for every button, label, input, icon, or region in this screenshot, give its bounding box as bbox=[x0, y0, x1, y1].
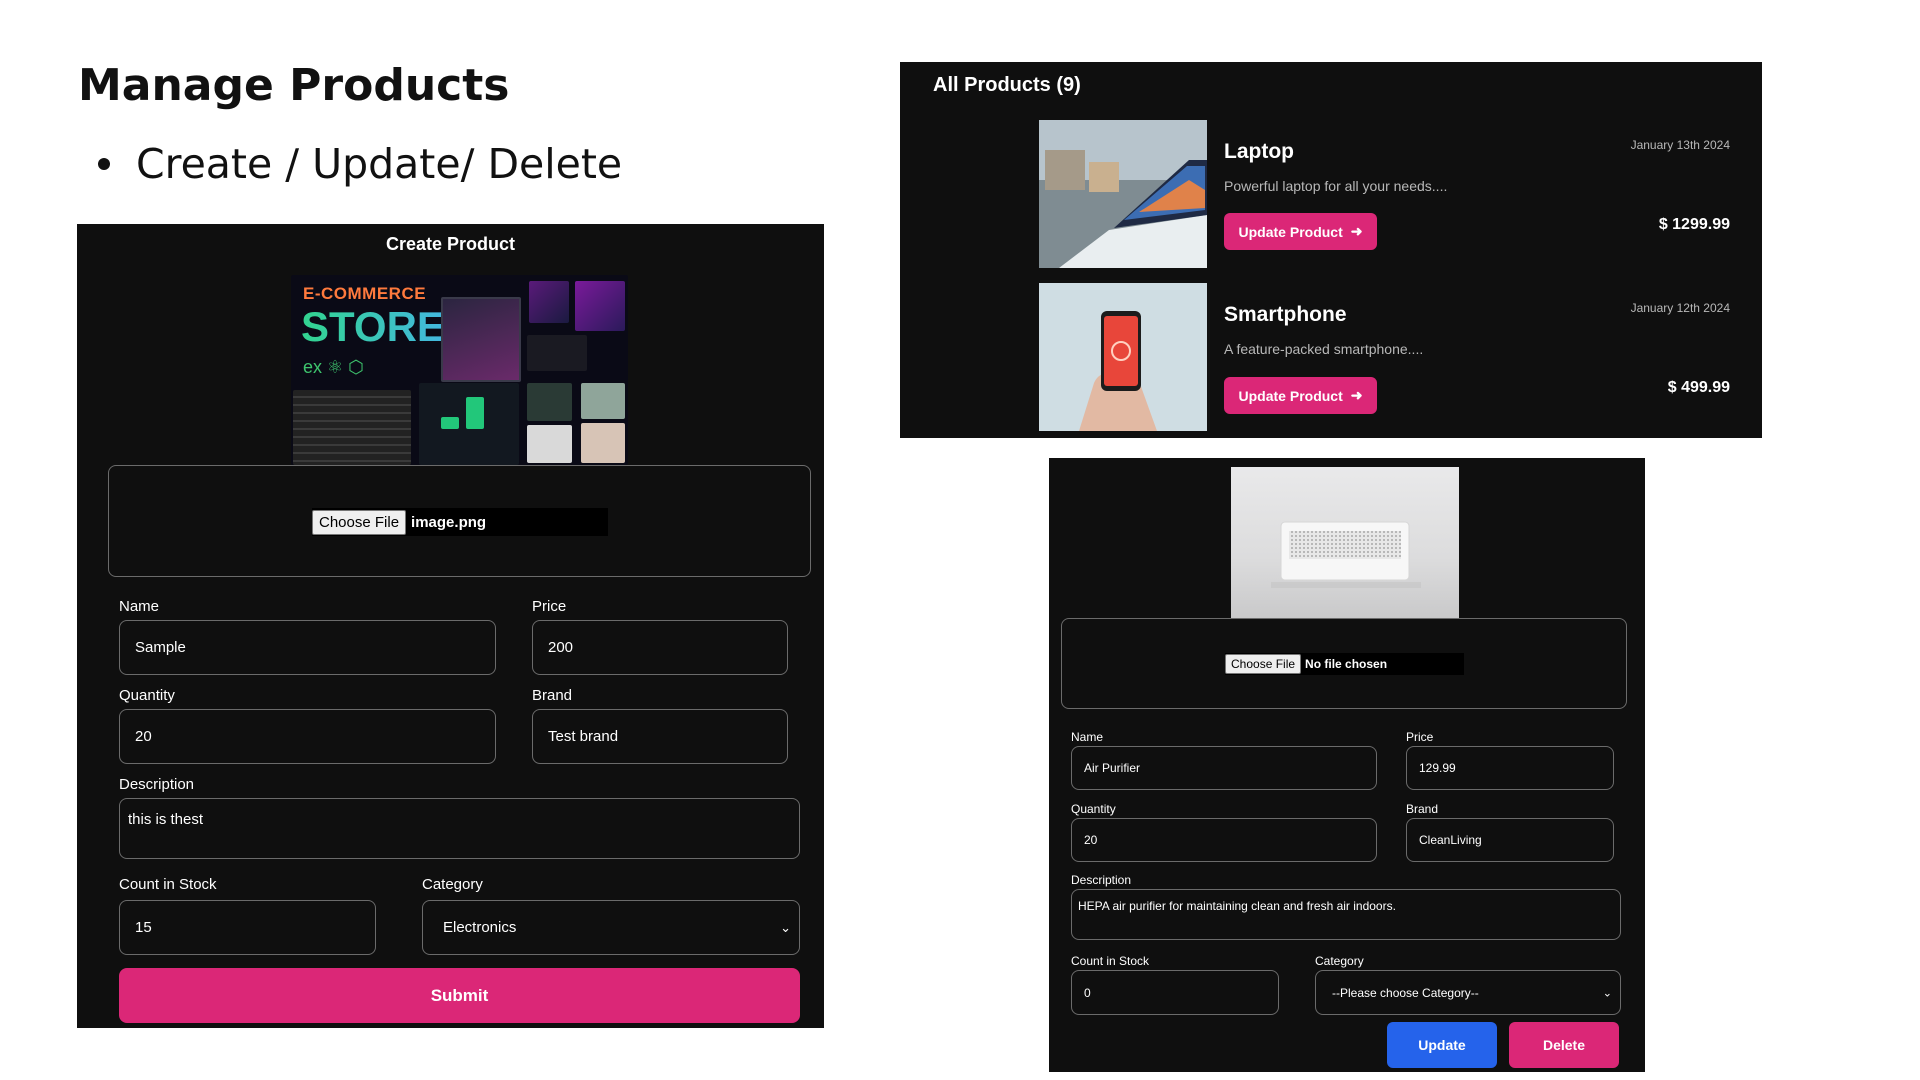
quantity-input[interactable]: 20 bbox=[119, 709, 496, 764]
name-input[interactable]: Air Purifier bbox=[1071, 746, 1377, 790]
screenshot-thumbnail bbox=[441, 297, 521, 382]
price-label: Price bbox=[1406, 730, 1434, 744]
chevron-down-icon: ⌄ bbox=[780, 919, 791, 935]
product-price: $ 1299.99 bbox=[1658, 216, 1730, 233]
product-description: A feature-packed smartphone.... bbox=[1224, 341, 1424, 357]
chart-bar-shape bbox=[466, 397, 484, 429]
screenshot-thumbnail bbox=[529, 281, 569, 323]
product-image-preview: E-COMMERCE STORE ex ⚛ ⬡ bbox=[291, 275, 628, 465]
brand-label: Brand bbox=[1406, 802, 1439, 816]
file-name-text: image.png bbox=[411, 513, 487, 531]
product-date: January 12th 2024 bbox=[1630, 301, 1730, 315]
price-input[interactable]: 200 bbox=[532, 620, 788, 675]
description-label: Description bbox=[119, 776, 195, 793]
file-input[interactable]: Choose File image.png bbox=[312, 508, 608, 536]
category-select[interactable]: Electronics ⌄ bbox=[422, 900, 800, 955]
category-selected-value: --Please choose Category-- bbox=[1332, 985, 1479, 1000]
product-image-preview bbox=[1231, 467, 1459, 618]
screenshot-thumbnail bbox=[527, 425, 572, 463]
slide-title: Manage Products bbox=[78, 60, 510, 111]
image-upload-box: Choose File No file chosen bbox=[1061, 618, 1627, 709]
brand-label: Brand bbox=[532, 687, 573, 704]
product-card[interactable]: Laptop Powerful laptop for all your need… bbox=[1039, 120, 1730, 268]
name-label: Name bbox=[119, 598, 160, 615]
image-upload-box: Choose File image.png bbox=[108, 465, 811, 577]
brand-input[interactable]: CleanLiving bbox=[1406, 818, 1614, 862]
chevron-down-icon: ⌄ bbox=[1602, 987, 1612, 999]
screenshot-thumbnail bbox=[575, 281, 625, 331]
update-product-label: Update Product bbox=[1238, 387, 1343, 404]
count-in-stock-label: Count in Stock bbox=[119, 876, 217, 893]
bullet-dot-icon bbox=[98, 158, 110, 170]
banner-text-store: STORE bbox=[301, 303, 445, 350]
delete-button[interactable]: Delete bbox=[1509, 1022, 1619, 1068]
slide-bullet-text: Create / Update/ Delete bbox=[136, 140, 623, 188]
category-select[interactable]: --Please choose Category-- ⌄ bbox=[1315, 970, 1621, 1015]
update-product-label: Update Product bbox=[1238, 223, 1343, 240]
price-input[interactable]: 129.99 bbox=[1406, 746, 1614, 790]
submit-button[interactable]: Submit bbox=[119, 968, 800, 1023]
create-product-panel: Create Product E-COMMERCE STORE ex ⚛ ⬡ C… bbox=[77, 224, 824, 1028]
product-price: $ 499.99 bbox=[1667, 379, 1730, 396]
chart-bar-shape bbox=[441, 417, 459, 429]
description-label: Description bbox=[1071, 873, 1132, 887]
all-products-title: All Products (9) bbox=[933, 74, 1081, 96]
update-product-panel: Choose File No file chosen Name Air Puri… bbox=[1049, 458, 1645, 1072]
name-input[interactable]: Sample bbox=[119, 620, 496, 675]
screenshot-thumbnail bbox=[527, 383, 572, 421]
update-product-button[interactable]: Update Product ➜ bbox=[1224, 213, 1377, 250]
create-product-title: Create Product bbox=[385, 234, 516, 254]
description-textarea[interactable]: HEPA air purifier for maintaining clean … bbox=[1071, 889, 1621, 940]
choose-file-button[interactable]: Choose File bbox=[1225, 654, 1302, 674]
slide-bullet: Create / Update/ Delete bbox=[98, 140, 622, 188]
price-label: Price bbox=[532, 598, 567, 615]
product-card[interactable]: Smartphone A feature-packed smartphone..… bbox=[1039, 283, 1730, 431]
quantity-label: Quantity bbox=[119, 687, 175, 704]
arrow-right-icon: ➜ bbox=[1350, 223, 1363, 239]
description-textarea[interactable]: this is thest bbox=[119, 798, 800, 859]
file-name-text: No file chosen bbox=[1305, 657, 1388, 671]
product-name: Laptop bbox=[1224, 140, 1294, 163]
update-button[interactable]: Update bbox=[1387, 1022, 1497, 1068]
category-label: Category bbox=[1315, 954, 1364, 968]
screenshot-thumbnail bbox=[293, 390, 411, 465]
product-name: Smartphone bbox=[1224, 303, 1347, 326]
arrow-right-icon: ➜ bbox=[1350, 387, 1363, 403]
update-product-button[interactable]: Update Product ➜ bbox=[1224, 377, 1377, 414]
product-date: January 13th 2024 bbox=[1630, 138, 1730, 152]
laptop-image bbox=[1039, 120, 1207, 268]
tech-logos-icon: ex ⚛ ⬡ bbox=[303, 357, 364, 377]
product-description: Powerful laptop for all your needs.... bbox=[1224, 178, 1448, 194]
all-products-panel: All Products (9) Laptop Powerful laptop … bbox=[900, 62, 1762, 438]
brand-input[interactable]: Test brand bbox=[532, 709, 788, 764]
banner-text-ecommerce: E-COMMERCE bbox=[303, 284, 427, 303]
smartphone-image bbox=[1039, 283, 1207, 431]
category-label: Category bbox=[422, 876, 483, 893]
screenshot-thumbnail bbox=[581, 423, 625, 463]
quantity-input[interactable]: 20 bbox=[1071, 818, 1377, 862]
screenshot-thumbnail bbox=[527, 335, 587, 371]
quantity-label: Quantity bbox=[1071, 802, 1116, 816]
category-selected-value: Electronics bbox=[443, 919, 517, 936]
choose-file-button[interactable]: Choose File bbox=[312, 509, 407, 535]
count-in-stock-label: Count in Stock bbox=[1071, 954, 1150, 968]
count-in-stock-input[interactable]: 15 bbox=[119, 900, 376, 955]
name-label: Name bbox=[1071, 730, 1104, 744]
count-in-stock-input[interactable]: 0 bbox=[1071, 970, 1279, 1015]
slide-bullet-list: Create / Update/ Delete bbox=[98, 140, 622, 188]
screenshot-thumbnail bbox=[581, 383, 625, 419]
file-input[interactable]: Choose File No file chosen bbox=[1225, 653, 1464, 675]
